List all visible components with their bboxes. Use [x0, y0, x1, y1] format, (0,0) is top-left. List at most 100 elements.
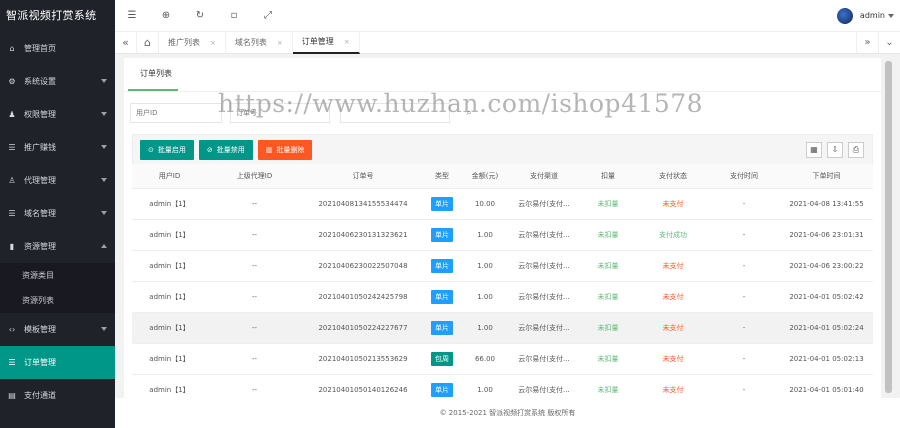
- channel-cell: 云尔易付(支付...: [510, 281, 578, 313]
- order-number-cell: 20210401050213553629: [302, 343, 424, 375]
- column-header: 扣量: [578, 164, 638, 189]
- order-number-cell: 20210406230022507048: [302, 250, 424, 282]
- deduct-cell: 未扣量: [578, 219, 638, 251]
- agent-id-cell: --: [207, 250, 302, 282]
- export-icon[interactable]: ⇩: [827, 141, 843, 158]
- user-id-cell: admin【1】: [132, 250, 207, 282]
- avatar[interactable]: [836, 7, 853, 24]
- order-number-cell: 20210406230131323621: [302, 219, 424, 251]
- table-row[interactable]: admin【1】 -- 20210408134155534474 单片 10.00 云尔易…: [132, 188, 873, 220]
- close-icon[interactable]: ×: [277, 39, 283, 47]
- refresh-icon[interactable]: ↻: [183, 0, 217, 32]
- type-cell: 包周: [424, 343, 460, 375]
- column-header: 用户ID: [132, 164, 207, 189]
- ban-icon: ⊘: [206, 145, 213, 154]
- sidebar-item-3[interactable]: ☰ 推广赚钱: [0, 131, 115, 164]
- tabs-scroll-right-icon[interactable]: »: [856, 31, 878, 54]
- pay-time-cell: -: [708, 343, 780, 375]
- print-icon[interactable]: ⎙: [848, 141, 864, 158]
- tab-home-icon[interactable]: ⌂: [137, 31, 159, 54]
- table-row[interactable]: admin【1】 -- 20210401050224227677 单片 1.00 云尔易付…: [132, 312, 873, 344]
- deduct-cell: 未扣量: [578, 250, 638, 282]
- sidebar-item-after-1[interactable]: ☰ 订单管理: [0, 346, 115, 379]
- sidebar-item-5[interactable]: ☰ 域名管理: [0, 197, 115, 230]
- sidebar-item-after-0[interactable]: ‹› 模板管理: [0, 313, 115, 346]
- sidebar-item-6[interactable]: ▮ 资源管理: [0, 230, 115, 263]
- sidebar-item-label: 系统设置: [24, 77, 56, 86]
- deduct-cell: 未扣量: [578, 312, 638, 344]
- created-time-cell: 2021-04-01 05:02:42: [780, 281, 873, 313]
- enable-icon: ⊙: [148, 145, 154, 154]
- sidebar-subitem-1[interactable]: 资源列表: [0, 288, 115, 313]
- close-icon[interactable]: ×: [210, 39, 216, 47]
- channel-cell: 云尔易付(支付...: [510, 312, 578, 344]
- sidebar-subitem-0[interactable]: 资源类目: [0, 263, 115, 288]
- tab-label: 订单管理: [301, 37, 334, 46]
- table-row[interactable]: admin【1】 -- 20210401050213553629 包周 66.00 云尔易…: [132, 343, 873, 375]
- order-number-cell: 20210401050242425798: [302, 281, 424, 313]
- amount-cell: 66.00: [460, 343, 510, 375]
- status-cell: 未支付: [638, 343, 708, 375]
- batch-delete-button[interactable]: ▥ 批量删除: [257, 139, 313, 160]
- sidebar-item-after-2[interactable]: ▤ 支付通道: [0, 379, 115, 412]
- sidebar-item-label: 管理首页: [24, 44, 56, 53]
- list-icon: ☰: [8, 209, 16, 218]
- tabs-scroll-left-icon[interactable]: «: [115, 31, 137, 54]
- table-row[interactable]: admin【1】 -- 20210406230131323621 单片 1.00 云尔易付…: [132, 219, 873, 251]
- tabs-menu-chevron-icon[interactable]: ⌄: [878, 31, 900, 54]
- pay-time-cell: -: [708, 281, 780, 313]
- table-row[interactable]: admin【1】 -- 20210406230022507048 单片 1.00 云尔易付…: [132, 250, 873, 282]
- user-name[interactable]: admin: [860, 11, 885, 20]
- user-menu[interactable]: admin: [836, 7, 900, 24]
- type-badge: 单片: [431, 382, 453, 397]
- batch-enable-button[interactable]: ⊙ 批量启用: [140, 139, 194, 160]
- deduct-cell: 未扣量: [578, 343, 638, 375]
- table-row[interactable]: admin【1】 -- 20210401050242425798 单片 1.00 云尔易付…: [132, 281, 873, 313]
- sidebar-item-0[interactable]: ⌂ 管理首页: [0, 32, 115, 65]
- tab-bar: « ⌂ 推广列表 × 域名列表 × 订单管理 × » ⌄: [115, 31, 900, 54]
- amount-cell: 1.00: [460, 281, 510, 313]
- amount-cell: 10.00: [460, 188, 510, 220]
- sidebar-item-label: 模板管理: [24, 325, 56, 334]
- column-header: 支付渠道: [510, 164, 578, 189]
- agent-id-cell: --: [207, 343, 302, 375]
- scrollbar-thumb[interactable]: [885, 61, 892, 393]
- globe-icon[interactable]: ⊕: [149, 0, 183, 32]
- type-badge: 单片: [431, 320, 453, 335]
- agent-id-cell: --: [207, 188, 302, 220]
- gear-icon: ⚙: [8, 77, 16, 86]
- type-cell: 单片: [424, 219, 460, 251]
- watermark: https://www.huzhan.com/ishop41578: [218, 89, 704, 118]
- tab-1[interactable]: 域名列表 ×: [226, 31, 293, 54]
- page-title: 订单列表: [128, 68, 178, 91]
- topbar-icons: ☰ ⊕ ↻ ▫ ⤢: [115, 0, 285, 32]
- menu-toggle-icon[interactable]: ☰: [115, 0, 149, 32]
- columns-filter-icon[interactable]: ▦: [806, 141, 822, 158]
- sidebar-item-label: 代理管理: [24, 176, 56, 185]
- order-number-cell: 20210401050224227677: [302, 312, 424, 344]
- agent-icon: ♙: [8, 176, 16, 185]
- sidebar-item-2[interactable]: ♟ 权限管理: [0, 98, 115, 131]
- sidebar-item-1[interactable]: ⚙ 系统设置: [0, 65, 115, 98]
- user-id-cell: admin【1】: [132, 343, 207, 375]
- channel-cell: 云尔易付(支付...: [510, 250, 578, 282]
- fullscreen-icon[interactable]: ⤢: [251, 0, 285, 32]
- batch-disable-button[interactable]: ⊘ 批量禁用: [198, 139, 253, 160]
- column-header: 上级代理ID: [207, 164, 302, 189]
- content-scrollbar[interactable]: [884, 58, 893, 398]
- user-id-search-input[interactable]: [130, 103, 222, 123]
- column-header: 支付状态: [638, 164, 708, 189]
- close-icon[interactable]: ×: [344, 38, 350, 46]
- batch-enable-label: 批量启用: [157, 145, 186, 154]
- chevron-down-icon[interactable]: [888, 13, 894, 18]
- user-id-cell: admin【1】: [132, 312, 207, 344]
- pay-time-cell: -: [708, 219, 780, 251]
- brand-title: 智派视频打赏系统: [0, 0, 115, 32]
- status-cell: 未支付: [638, 188, 708, 220]
- tab-0[interactable]: 推广列表 ×: [159, 31, 226, 54]
- sidebar-item-4[interactable]: ♙ 代理管理: [0, 164, 115, 197]
- tab-2[interactable]: 订单管理 ×: [292, 31, 360, 54]
- theme-icon[interactable]: ▫: [217, 0, 251, 32]
- pay-icon: ▤: [8, 391, 16, 400]
- deduct-cell: 未扣量: [578, 281, 638, 313]
